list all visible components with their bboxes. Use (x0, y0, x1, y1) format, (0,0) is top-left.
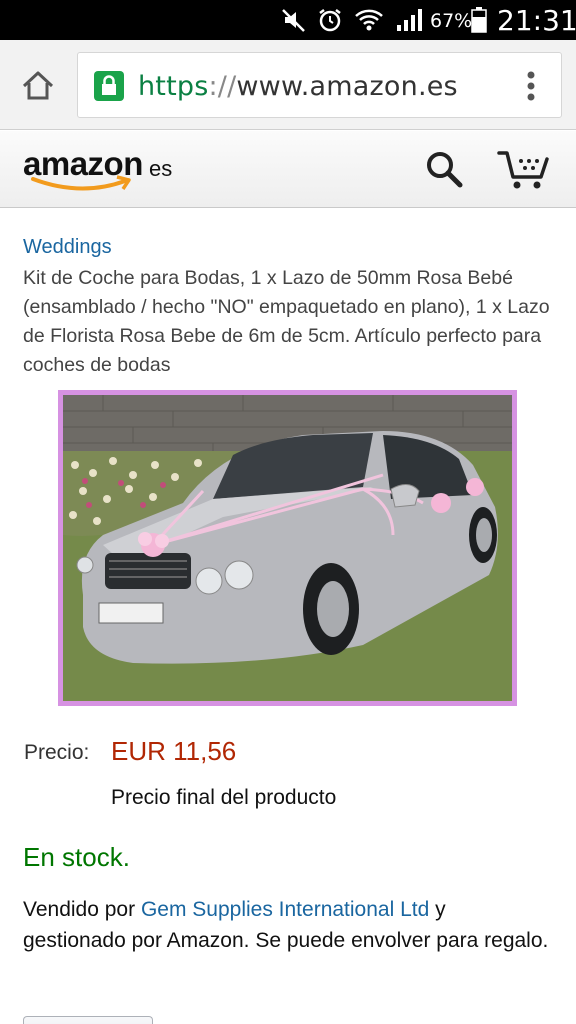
cart-button[interactable] (497, 147, 553, 191)
seller-prefix: Vendido por (23, 898, 141, 921)
clock: 21:31 (497, 4, 576, 37)
stock-status: En stock. (23, 842, 130, 872)
url-host: www.amazon.es (236, 71, 458, 102)
mute-icon (280, 6, 308, 39)
logo-suffix: es (149, 156, 173, 181)
search-icon (424, 152, 464, 193)
search-button[interactable] (424, 149, 464, 189)
overflow-menu-button[interactable] (513, 67, 549, 105)
battery-icon (470, 6, 488, 39)
price-label: Precio: (24, 741, 90, 764)
url-separator: :// (208, 71, 237, 102)
browser-toolbar: https://www.amazon.es (0, 40, 576, 130)
lock-icon (94, 71, 124, 101)
product-title: Kit de Coche para Bodas, 1 x Lazo de 50m… (23, 267, 550, 376)
seller-link[interactable]: Gem Supplies International Ltd (141, 898, 429, 921)
quantity-dropdown[interactable] (23, 1016, 153, 1024)
url-text: https://www.amazon.es (138, 71, 458, 102)
brand-link[interactable]: Weddings (23, 236, 112, 259)
price-value: EUR 11,56 (111, 736, 237, 766)
url-scheme: https (138, 71, 209, 102)
wifi-icon (354, 6, 384, 39)
product-image[interactable] (58, 390, 517, 706)
overflow-menu-icon (513, 71, 549, 109)
amazon-header: amazon es (0, 131, 576, 208)
alarm-icon (316, 6, 344, 39)
seller-info: Vendido por Gem Supplies International L… (23, 894, 553, 956)
status-bar: 67% 21:31 (0, 0, 576, 40)
home-button[interactable] (18, 66, 58, 106)
amazon-logo[interactable]: amazon es (23, 145, 183, 195)
logo-smile-icon (31, 175, 131, 191)
address-bar[interactable]: https://www.amazon.es (77, 52, 562, 118)
cart-icon (497, 151, 553, 195)
battery-percent: 67% (430, 10, 473, 32)
signal-icon (395, 6, 425, 39)
product-detail: Weddings Kit de Coche para Bodas, 1 x La… (0, 208, 576, 1024)
price-note: Precio final del producto (111, 786, 337, 809)
price-row: Precio: EUR 11,56 (24, 736, 554, 772)
home-icon (18, 71, 58, 110)
